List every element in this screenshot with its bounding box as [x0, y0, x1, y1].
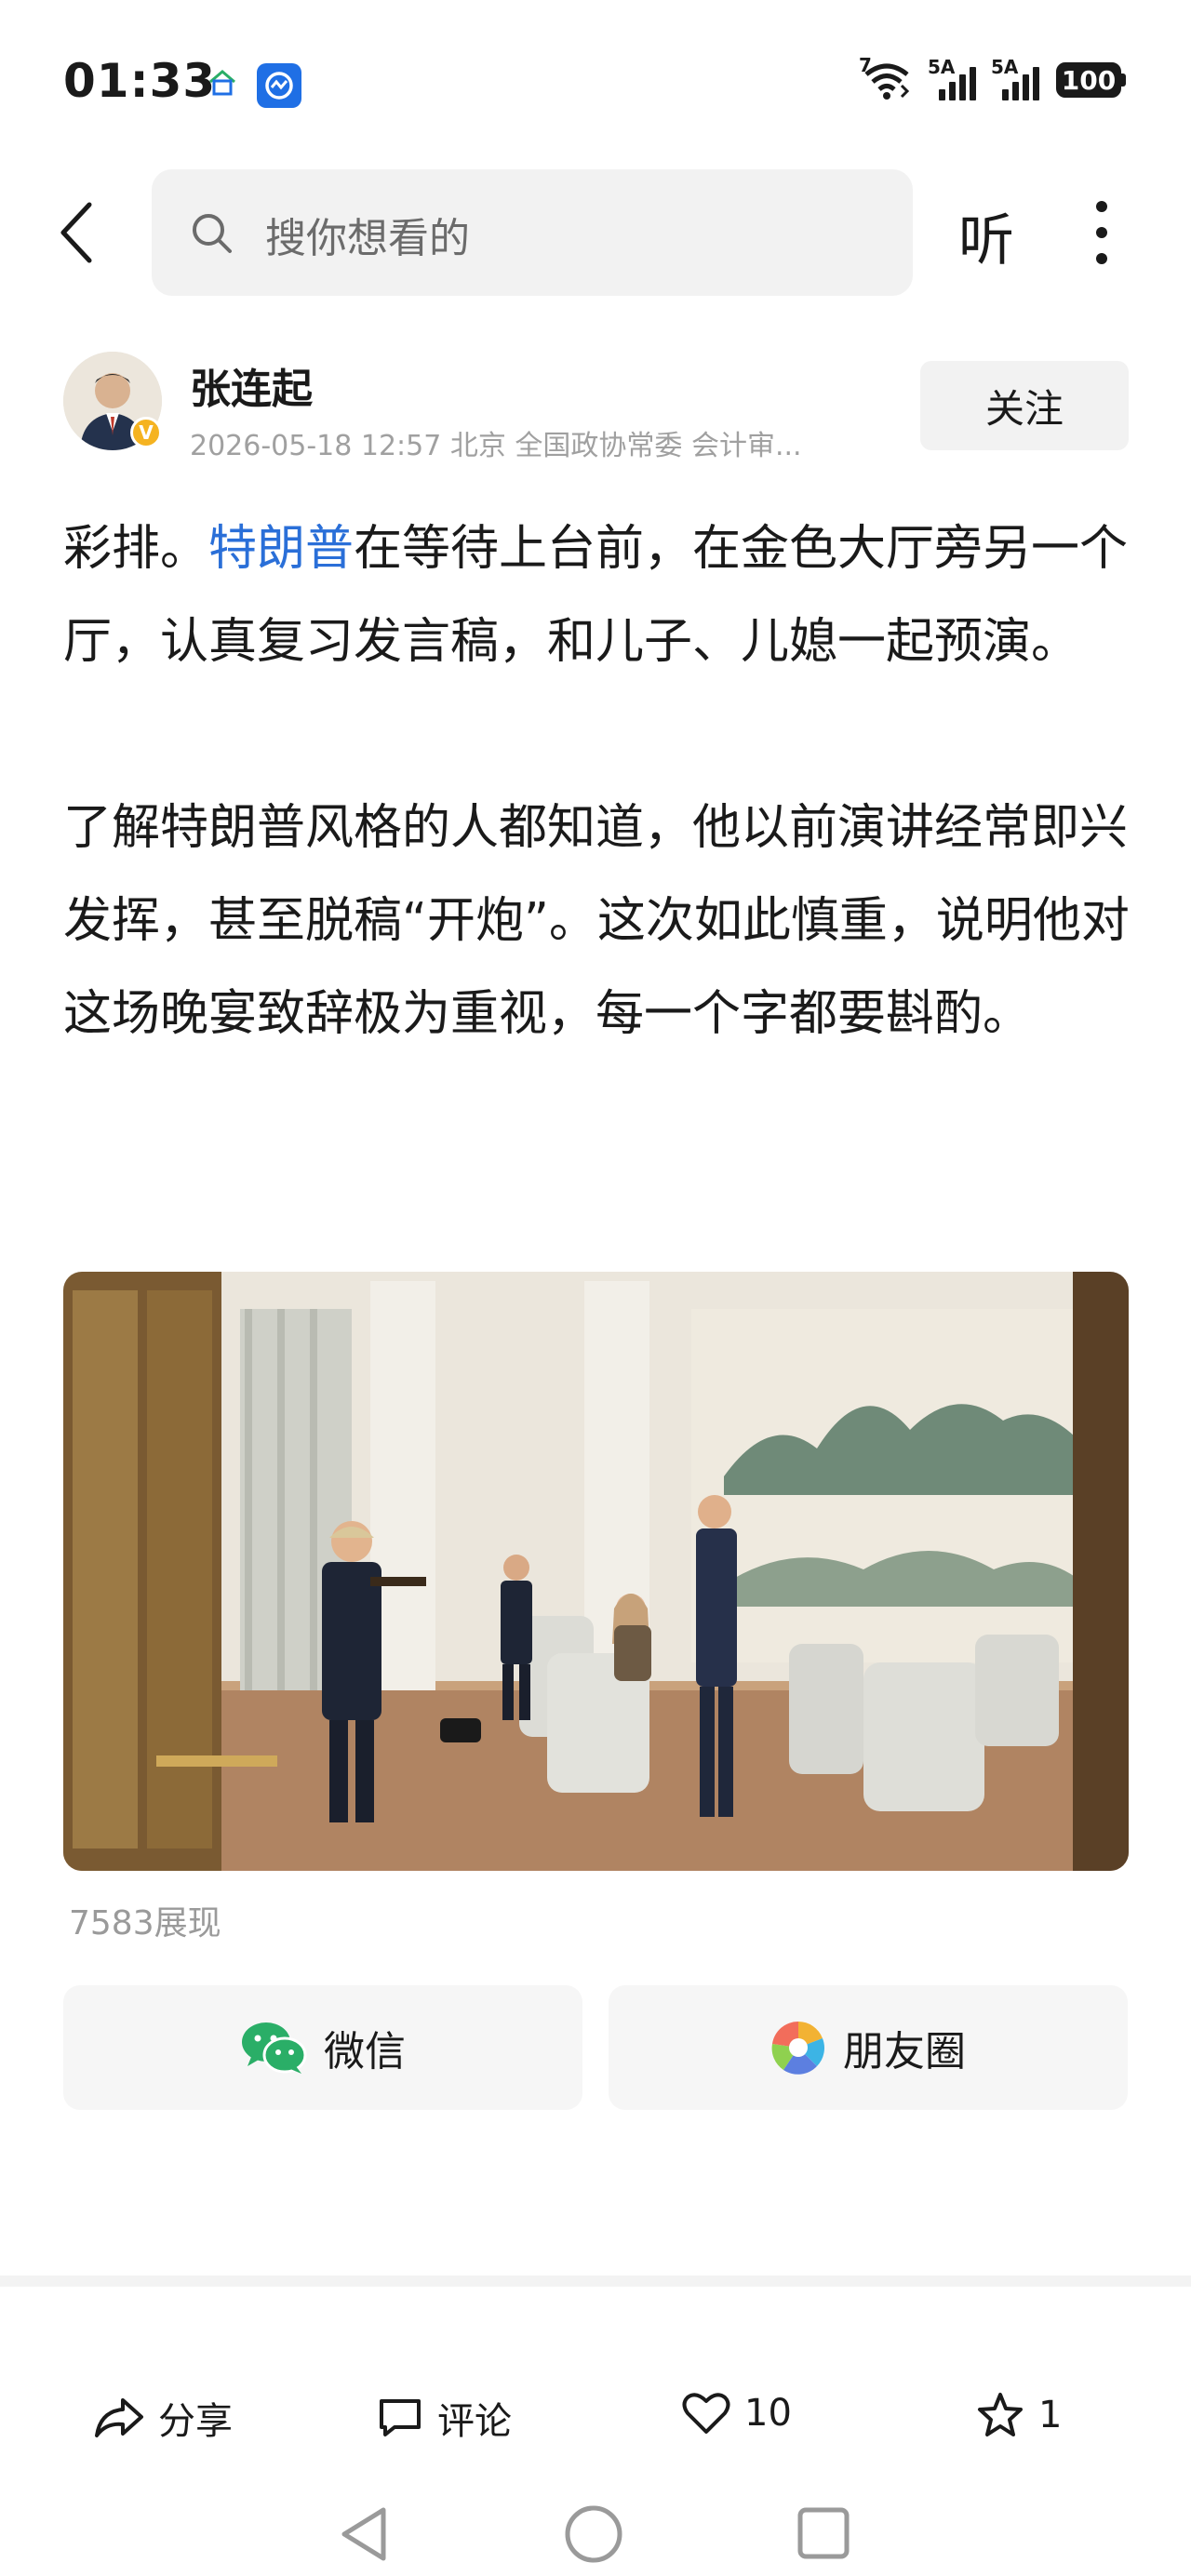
system-nav-bar [0, 2493, 1191, 2576]
comment-action-label: 评论 [437, 2400, 512, 2443]
signal-icon-1: 5A [928, 56, 976, 100]
heart-icon [682, 2393, 730, 2434]
article-paragraph-2: 了解特朗普风格的人都知道，他以前演讲经常即兴发挥，甚至脱稿“开炮”。这次如此慎重… [63, 800, 1130, 1042]
nav-home-icon[interactable] [564, 2504, 623, 2564]
share-action-label: 分享 [158, 2400, 233, 2443]
battery-icon: 100 [1056, 62, 1126, 98]
view-count: 7583展现 [69, 1904, 221, 1942]
follow-button[interactable]: 关注 [920, 361, 1129, 450]
comment-action-button[interactable]: 评论 [376, 2391, 512, 2445]
listen-button[interactable]: 听 [958, 195, 1014, 276]
search-icon [193, 214, 232, 253]
top-nav: 搜你想看的 听 [0, 167, 1191, 298]
favorite-action-button[interactable]: 1 [975, 2391, 1062, 2439]
status-bar: 01:33 7 5A 5A 100 [0, 0, 1191, 167]
signal-icon-2: 5A [991, 56, 1039, 100]
like-count: 10 [744, 2392, 792, 2435]
favorite-count: 1 [1038, 2394, 1063, 2436]
comment-icon [380, 2399, 421, 2436]
back-arrow-icon[interactable] [48, 195, 104, 270]
author-name[interactable]: 张连起 [190, 355, 313, 415]
section-divider [0, 2276, 1191, 2287]
app-status-icon [257, 63, 301, 108]
wifi-icon: 7 [859, 54, 913, 100]
share-moments-label: 朋友圈 [843, 2028, 966, 2075]
search-placeholder: 搜你想看的 [265, 215, 470, 262]
share-arrow-icon [95, 2398, 143, 2437]
share-row: 微信 朋友圈 [63, 1985, 1129, 2110]
article-image[interactable] [63, 1272, 1129, 1871]
share-wechat-label: 微信 [324, 2028, 406, 2075]
share-moments-button[interactable]: 朋友圈 [609, 1985, 1128, 2110]
search-input[interactable]: 搜你想看的 [152, 169, 913, 296]
like-action-button[interactable]: 10 [681, 2391, 792, 2436]
author-row: V 张连起 2026-05-18 12:57 北京 全国政协常委 会计审... … [0, 344, 1191, 465]
topic-link-trump[interactable]: 特朗普 [208, 521, 354, 577]
nav-back-icon[interactable] [337, 2504, 391, 2564]
share-wechat-button[interactable]: 微信 [63, 1985, 582, 2110]
share-action-button[interactable]: 分享 [93, 2391, 233, 2445]
more-options-icon[interactable] [1091, 201, 1113, 268]
status-time: 01:33 [63, 54, 217, 108]
verified-badge: V [130, 417, 162, 448]
nav-recents-icon[interactable] [796, 2506, 850, 2560]
moments-icon [771, 2021, 825, 2075]
author-meta: 2026-05-18 12:57 北京 全国政协常委 会计审... [190, 430, 802, 462]
bottom-action-bar: 分享 评论 10 1 [0, 2287, 1191, 2454]
person-seated [612, 1594, 651, 1681]
article-body: 彩排。特朗普在等待上台前，在金色大厅旁另一个厅，认真复习发言稿，和儿子、儿媳一起… [63, 502, 1133, 1061]
wechat-icon [242, 2022, 307, 2074]
home-status-icon [209, 70, 235, 96]
article-paragraph-1: 彩排。特朗普在等待上台前，在金色大厅旁另一个厅，认真复习发言稿，和儿子、儿媳一起… [63, 521, 1129, 670]
star-icon [978, 2393, 1023, 2436]
